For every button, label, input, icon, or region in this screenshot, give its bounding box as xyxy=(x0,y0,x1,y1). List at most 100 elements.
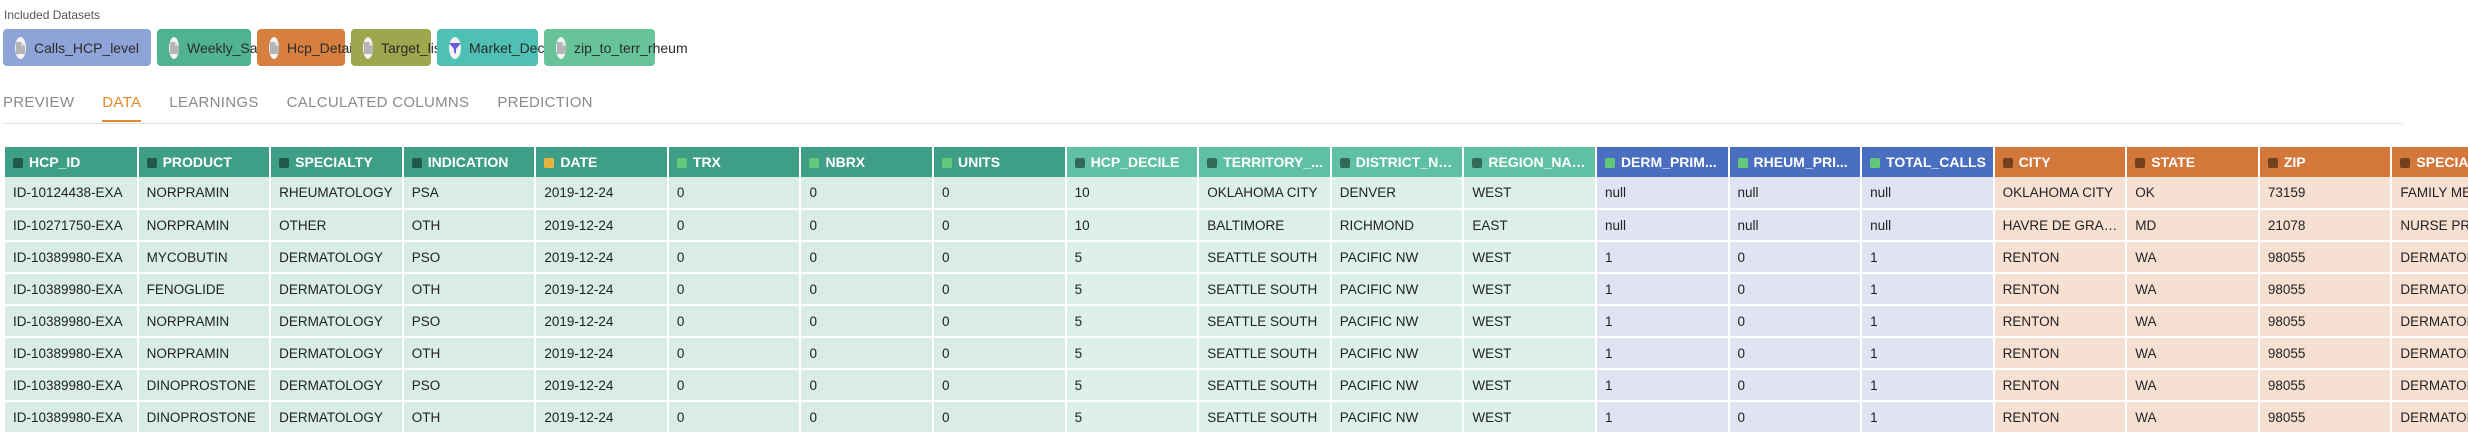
column-header-specializat[interactable]: SPECIALIZAT... xyxy=(2391,147,2468,177)
text-type-icon xyxy=(2002,158,2013,168)
dataset-chips: Calls_HCP_level Weekly_Sales Hcp_Details Ta… xyxy=(3,29,688,66)
table-cell: DENVER xyxy=(1330,177,1465,210)
table-cell: OK xyxy=(2126,177,2260,210)
column-header-label: DERM_PRIM... xyxy=(1620,154,1717,170)
table-cell: SEATTLE SOUTH xyxy=(1198,273,1332,306)
text-type-icon xyxy=(1207,158,1218,168)
table-cell: DERMATOLOGY NP xyxy=(2391,241,2468,274)
column-header-territory[interactable]: TERRITORY_... xyxy=(1198,147,1332,177)
column-header-region-name[interactable]: REGION_NAME xyxy=(1463,147,1597,177)
dataset-chip-0[interactable]: Calls_HCP_level xyxy=(3,29,151,66)
column-header-label: RHEUM_PRI... xyxy=(1753,154,1848,170)
dataset-chip-3[interactable]: Target_list xyxy=(351,29,445,66)
column-header-specialty[interactable]: SPECIALTY xyxy=(270,147,404,177)
column-header-indication[interactable]: INDICATION xyxy=(402,147,537,177)
table-cell: DERMATOLOGY NP xyxy=(2391,273,2468,306)
column-header-label: TERRITORY_... xyxy=(1223,154,1323,170)
table-cell: ID-10389980-EXA xyxy=(5,273,139,306)
table-cell: 5 xyxy=(1065,401,1200,434)
column-header-city[interactable]: CITY xyxy=(1993,147,2128,177)
table-cell: WEST xyxy=(1463,369,1597,402)
column-header-district-na[interactable]: DISTRICT_NA... xyxy=(1330,147,1465,177)
table-cell: ID-10389980-EXA xyxy=(5,305,139,338)
tab-data[interactable]: DATA xyxy=(102,94,142,122)
numeric-type-icon xyxy=(1737,158,1748,168)
table-cell: 98055 xyxy=(2258,273,2393,306)
table-cell: DINOPROSTONE xyxy=(137,401,272,434)
table-cell: RENTON xyxy=(1993,337,2128,370)
tab-prediction[interactable]: PREDICTION xyxy=(497,94,593,122)
table-cell: PSO xyxy=(402,241,537,274)
table-row[interactable]: ID-10389980-EXA FENOGLIDE DERMATOLOGY OTH 20… xyxy=(5,273,2468,306)
dataset-chip-5[interactable]: zip_to_terr_rheum xyxy=(544,29,688,66)
table-cell: WA xyxy=(2126,369,2260,402)
table-cell: 0 xyxy=(800,241,935,274)
table-cell: 0 xyxy=(667,337,802,370)
table-cell: 0 xyxy=(667,177,802,210)
column-header-hcp-id[interactable]: HCP_ID xyxy=(5,147,139,177)
dataset-chip-4[interactable]: Market_Deciles xyxy=(437,29,565,66)
table-cell: SEATTLE SOUTH xyxy=(1198,369,1332,402)
table-row[interactable]: ID-10389980-EXA DINOPROSTONE DERMATOLOGY OT… xyxy=(5,401,2468,434)
table-cell: 0 xyxy=(800,305,935,338)
table-cell: 0 xyxy=(1728,401,1863,434)
table-cell: null xyxy=(1861,209,1995,242)
tab-calculated-columns[interactable]: CALCULATED COLUMNS xyxy=(287,94,470,122)
tab-learnings[interactable]: LEARNINGS xyxy=(169,94,258,122)
dataset-chip-1[interactable]: Weekly_Sales xyxy=(157,29,275,66)
table-cell: MD xyxy=(2126,209,2260,242)
table-cell: null xyxy=(1728,209,1863,242)
dataset-chip-2[interactable]: Hcp_Details xyxy=(257,29,362,66)
table-cell: 1 xyxy=(1861,241,1995,274)
table-cell: 0 xyxy=(667,273,802,306)
text-type-icon xyxy=(13,158,23,168)
numeric-type-icon xyxy=(1870,158,1881,168)
column-header-derm-prim[interactable]: DERM_PRIM... xyxy=(1595,147,1730,177)
table-cell: NORPRAMIN xyxy=(137,337,272,370)
text-type-icon xyxy=(146,158,157,168)
column-header-rheum-pri[interactable]: RHEUM_PRI... xyxy=(1728,147,1863,177)
table-cell: OTH xyxy=(402,337,537,370)
table-cell: 0 xyxy=(1728,305,1863,338)
column-header-zip[interactable]: ZIP xyxy=(2258,147,2393,177)
table-cell: 5 xyxy=(1065,305,1200,338)
table-cell: RICHMOND xyxy=(1330,209,1465,242)
table-cell: DERMATOLOGY xyxy=(270,305,404,338)
numeric-type-icon xyxy=(1604,158,1615,168)
table-row[interactable]: ID-10389980-EXA NORPRAMIN DERMATOLOGY PSO 20… xyxy=(5,305,2468,338)
table-cell: 5 xyxy=(1065,241,1200,274)
column-header-label: INDICATION xyxy=(427,154,509,170)
column-header-label: SPECIALIZAT... xyxy=(2416,154,2468,170)
numeric-type-icon xyxy=(676,158,687,168)
table-cell: ID-10389980-EXA xyxy=(5,369,139,402)
table-cell: 1 xyxy=(1595,401,1730,434)
column-header-units[interactable]: UNITS xyxy=(933,147,1067,177)
table-row[interactable]: ID-10124438-EXA NORPRAMIN RHEUMATOLOGY PSA 2… xyxy=(5,177,2468,210)
table-cell: DERMATOLOGY NP xyxy=(2391,401,2468,434)
column-header-total-calls[interactable]: TOTAL_CALLS xyxy=(1861,147,1995,177)
table-row[interactable]: ID-10271750-EXA NORPRAMIN OTHER OTH 2019-12-… xyxy=(5,209,2468,242)
table-cell: null xyxy=(1595,209,1730,242)
tab-preview[interactable]: PREVIEW xyxy=(3,94,74,122)
column-header-nbrx[interactable]: NBRX xyxy=(800,147,935,177)
column-header-product[interactable]: PRODUCT xyxy=(137,147,272,177)
column-header-trx[interactable]: TRX xyxy=(667,147,802,177)
table-cell: RHEUMATOLOGY xyxy=(270,177,404,210)
column-header-state[interactable]: STATE xyxy=(2126,147,2260,177)
tabs-divider xyxy=(3,123,2403,124)
table-cell: 1 xyxy=(1861,305,1995,338)
table-cell: ID-10389980-EXA xyxy=(5,337,139,370)
table-cell: 73159 xyxy=(2258,177,2393,210)
column-header-date[interactable]: DATE xyxy=(535,147,669,177)
table-cell: 5 xyxy=(1065,337,1200,370)
table-row[interactable]: ID-10389980-EXA DINOPROSTONE DERMATOLOGY PS… xyxy=(5,369,2468,402)
table-cell: 0 xyxy=(667,209,802,242)
table-row[interactable]: ID-10389980-EXA NORPRAMIN DERMATOLOGY OTH 20… xyxy=(5,337,2468,370)
column-header-label: SPECIALTY xyxy=(295,154,373,170)
table-row[interactable]: ID-10389980-EXA MYCOBUTIN DERMATOLOGY PSO 20… xyxy=(5,241,2468,274)
table-cell: PACIFIC NW xyxy=(1330,241,1465,274)
table-cell: 1 xyxy=(1595,305,1730,338)
table-cell: 0 xyxy=(667,369,802,402)
table-cell: 2019-12-24 xyxy=(535,209,669,242)
column-header-hcp-decile[interactable]: HCP_DECILE xyxy=(1065,147,1200,177)
